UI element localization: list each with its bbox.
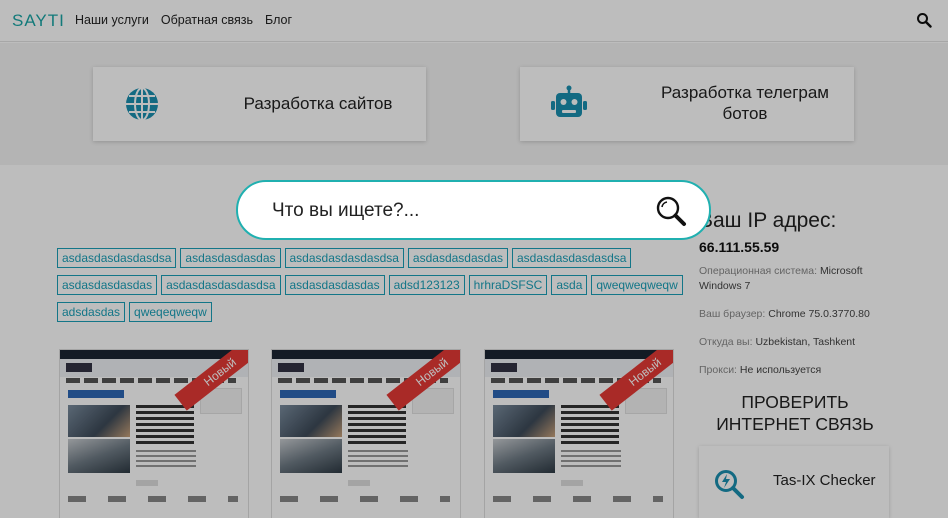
search-input[interactable]: Что вы ищете?... <box>236 180 711 240</box>
search-overlay[interactable] <box>0 0 948 518</box>
search-placeholder: Что вы ищете?... <box>272 200 420 221</box>
magnifier-icon[interactable] <box>655 195 687 227</box>
